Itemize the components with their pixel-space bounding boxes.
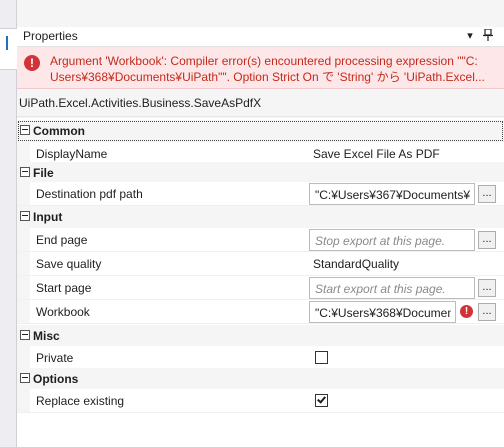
category-label: Misc <box>33 329 60 343</box>
field-value: "C:¥Users¥368¥Document <box>315 306 451 320</box>
category-input[interactable]: Input <box>17 206 504 228</box>
collapse-icon[interactable] <box>20 330 30 340</box>
panel-title: Properties <box>23 29 78 43</box>
collapse-icon[interactable] <box>20 167 30 177</box>
property-label: DisplayName <box>36 147 108 161</box>
property-row-end-page[interactable]: End page Stop export at this page. ... <box>17 228 504 252</box>
error-icon: ! <box>460 305 473 318</box>
properties-panel: Properties ▾ ! Argument 'Workbook': Comp… <box>17 0 504 447</box>
activity-type-name: UiPath.Excel.Activities.Business.SaveAsP… <box>19 96 262 110</box>
property-label: Save quality <box>36 257 102 271</box>
property-row-workbook[interactable]: Workbook "C:¥Users¥368¥Document ! ... <box>17 300 504 324</box>
error-icon: ! <box>24 55 40 71</box>
row-divider <box>17 412 504 413</box>
row-gutter <box>17 276 30 300</box>
error-line-2: Users¥368¥Documents¥UiPath"". Option Str… <box>50 70 485 84</box>
checkmark-icon <box>317 394 326 404</box>
start-page-input[interactable]: Start export at this page. <box>309 277 475 299</box>
error-line-1: Argument 'Workbook': Compiler error(s) e… <box>50 54 478 68</box>
row-divider <box>17 323 504 324</box>
field-placeholder: Stop export at this page. <box>315 234 446 248</box>
row-gutter <box>17 228 30 252</box>
displayname-value[interactable]: Save Excel File As PDF <box>313 147 440 161</box>
replace-existing-checkbox[interactable] <box>315 394 328 407</box>
category-label: Input <box>33 210 63 224</box>
error-banner: ! Argument 'Workbook': Compiler error(s)… <box>17 47 504 89</box>
row-gutter <box>17 182 30 206</box>
property-row-destination[interactable]: Destination pdf path "C:¥Users¥367¥Docum… <box>17 182 504 206</box>
row-gutter <box>17 300 30 324</box>
workbook-input[interactable]: "C:¥Users¥368¥Document <box>309 301 456 323</box>
panel-titlebar: Properties ▾ <box>17 27 504 47</box>
property-row-save-quality[interactable]: Save quality StandardQuality <box>17 252 504 276</box>
workbook-browse-button[interactable]: ... <box>478 303 496 321</box>
collapse-icon[interactable] <box>20 211 30 221</box>
category-label: File <box>33 166 54 180</box>
row-gutter <box>17 252 30 276</box>
property-grid: Common DisplayName Save Excel File As PD… <box>17 118 504 447</box>
destination-browse-button[interactable]: ... <box>478 185 496 203</box>
end-page-expression-button[interactable]: ... <box>478 231 496 249</box>
property-label: Replace existing <box>36 394 125 408</box>
save-quality-value[interactable]: StandardQuality <box>313 257 399 271</box>
property-row-replace-existing[interactable]: Replace existing <box>17 389 504 413</box>
destination-path-input[interactable]: "C:¥Users¥367¥Documents¥U <box>309 183 475 205</box>
category-file[interactable]: File <box>17 162 504 184</box>
activity-type-bar: UiPath.Excel.Activities.Business.SaveAsP… <box>17 89 504 117</box>
pin-icon[interactable] <box>481 28 495 43</box>
property-label: Start page <box>36 281 92 295</box>
private-checkbox[interactable] <box>315 351 328 364</box>
field-placeholder: Start export at this page. <box>315 282 446 296</box>
category-options[interactable]: Options <box>17 368 504 390</box>
collapse-icon[interactable] <box>20 125 30 135</box>
collapse-icon[interactable] <box>20 373 30 383</box>
property-row-private[interactable]: Private <box>17 346 504 370</box>
error-message: Argument 'Workbook': Compiler error(s) e… <box>50 53 496 85</box>
row-gutter <box>17 346 30 370</box>
category-label: Options <box>33 372 79 386</box>
field-value: "C:¥Users¥367¥Documents¥U <box>315 188 470 202</box>
left-tab-indicator <box>6 36 8 50</box>
property-label: Workbook <box>36 305 90 319</box>
property-row-start-page[interactable]: Start page Start export at this page. ..… <box>17 276 504 300</box>
category-misc[interactable]: Misc <box>17 325 504 347</box>
property-label: Destination pdf path <box>36 187 143 201</box>
end-page-input[interactable]: Stop export at this page. <box>309 229 475 251</box>
left-panel-tab[interactable] <box>0 28 17 70</box>
row-gutter <box>17 389 30 413</box>
chevron-down-icon[interactable]: ▾ <box>463 29 477 43</box>
category-label: Common <box>33 124 85 138</box>
property-label: End page <box>36 233 88 247</box>
property-label: Private <box>36 351 74 365</box>
category-common[interactable]: Common <box>17 120 504 142</box>
start-page-expression-button[interactable]: ... <box>478 279 496 297</box>
